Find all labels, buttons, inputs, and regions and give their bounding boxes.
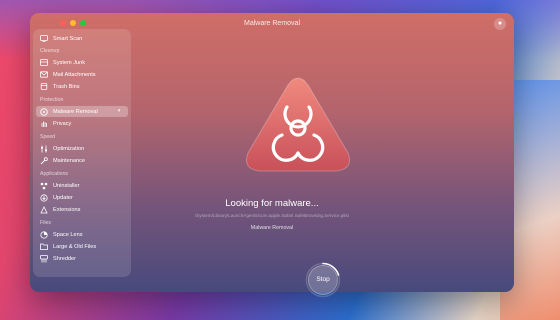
sidebar-item-label: Space Lens	[53, 231, 83, 238]
sidebar-section-cleanup: Cleanup	[40, 48, 60, 54]
sidebar-item-system-junk[interactable]: System Junk	[36, 57, 128, 68]
mail-icon	[40, 71, 48, 79]
sidebar-item-uninstaller[interactable]: Uninstaller	[36, 180, 128, 191]
sidebar-section-speed: Speed	[40, 134, 56, 140]
sidebar-item-label: Malware Removal	[53, 108, 98, 115]
sidebar-item-smart-scan[interactable]: Smart Scan	[36, 33, 128, 44]
sidebar-item-privacy[interactable]: Privacy	[36, 118, 128, 129]
scan-module-label: Malware Removal	[250, 225, 294, 231]
wrench-icon	[40, 156, 48, 165]
sidebar-item-maintenance[interactable]: Maintenance	[36, 155, 128, 166]
hand-icon	[40, 120, 48, 128]
assistant-icon[interactable]: ●	[494, 18, 506, 30]
sidebar-section-protection: Protection	[40, 97, 64, 103]
scanning-indicator-icon: ◐	[117, 108, 122, 114]
sidebar-item-label: Optimization	[53, 145, 85, 152]
scan-current-path: /System/Library/LaunchAgents/com.apple.S…	[195, 213, 349, 218]
trash-icon	[40, 83, 48, 91]
sidebar-item-malware-removal[interactable]: Malware Removal ◐	[36, 106, 128, 117]
junk-icon	[40, 59, 48, 67]
sidebar-item-optimization[interactable]: Optimization	[36, 143, 128, 154]
shredder-icon	[40, 254, 48, 263]
sidebar-item-label: System Junk	[53, 59, 86, 66]
sidebar-item-mail-attachments[interactable]: Mail Attachments	[36, 69, 128, 80]
sidebar-item-label: Maintenance	[53, 157, 86, 164]
sidebar-item-large-old-files[interactable]: Large & Old Files	[36, 241, 128, 252]
space-lens-icon	[40, 230, 48, 239]
sidebar-section-applications: Applications	[40, 171, 68, 177]
stop-control: Stop	[305, 262, 341, 298]
sidebar-item-label: Uninstaller	[53, 182, 80, 189]
window-title: Malware Removal	[243, 20, 301, 27]
folder-icon	[40, 243, 48, 251]
uninstaller-icon	[40, 182, 48, 190]
stop-button[interactable]: Stop	[308, 265, 338, 295]
biohazard-icon	[242, 73, 354, 177]
sidebar-item-shredder[interactable]: Shredder	[36, 253, 128, 264]
sidebar-item-label: Smart Scan	[53, 35, 83, 42]
sliders-icon	[40, 145, 48, 153]
biohazard-small-icon	[40, 107, 48, 116]
monitor-icon	[40, 35, 48, 43]
sidebar-item-label: Large & Old Files	[53, 243, 97, 250]
sidebar: Smart Scan Cleanup System Junk Mail Atta…	[33, 29, 131, 277]
scan-heading: Looking for malware...	[225, 198, 319, 209]
sidebar-item-label: Trash Bins	[53, 83, 80, 90]
sidebar-item-trash-bins[interactable]: Trash Bins	[36, 81, 128, 92]
sidebar-item-label: Privacy	[53, 120, 72, 127]
sidebar-item-label: Shredder	[53, 255, 77, 262]
sidebar-item-label: Mail Attachments	[53, 71, 96, 78]
